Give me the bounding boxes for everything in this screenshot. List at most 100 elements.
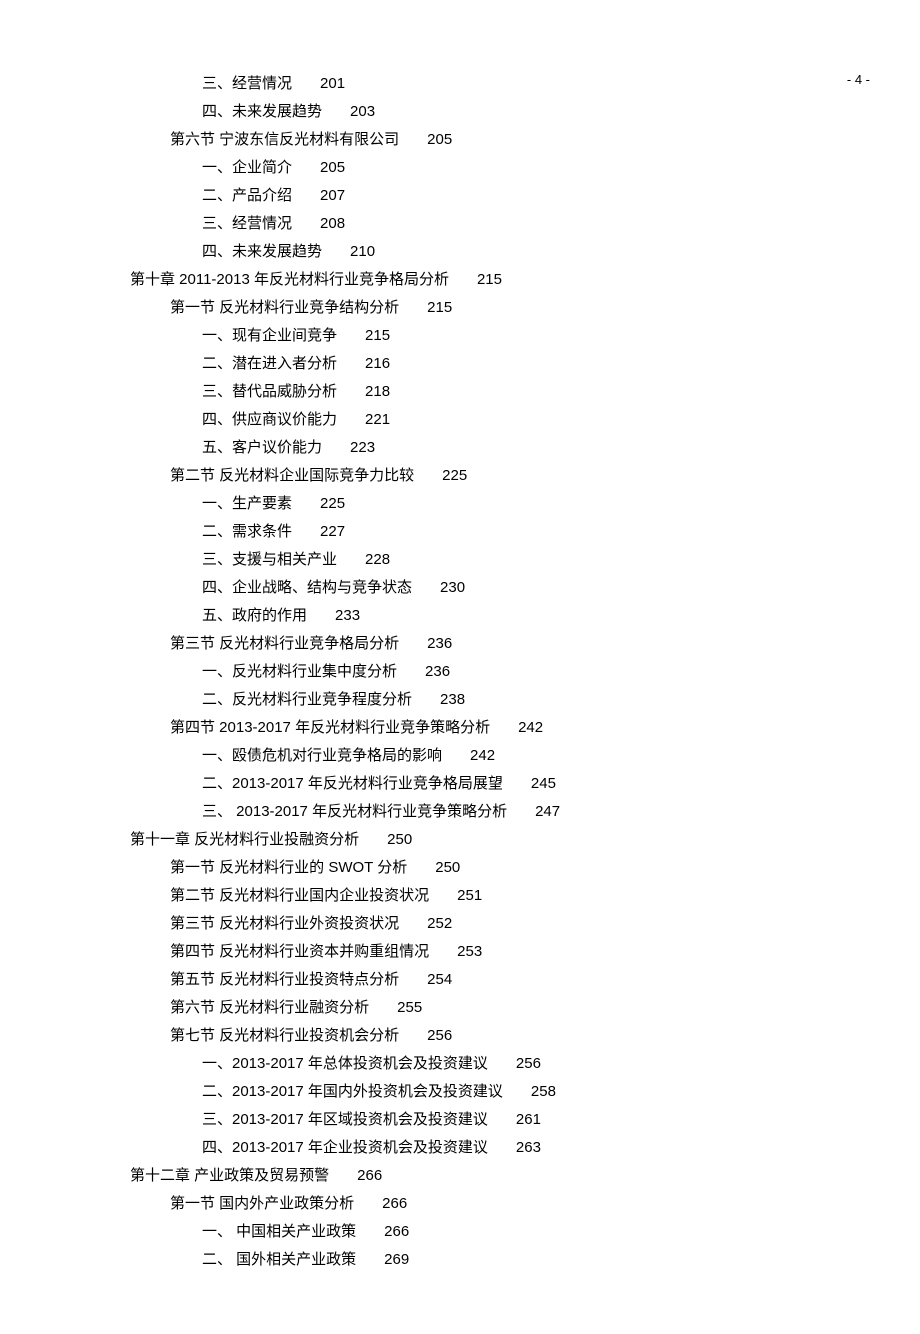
- toc-entry: 三、支援与相关产业 228: [130, 546, 920, 574]
- toc-entry-text: 一、殴债危机对行业竞争格局的影响: [202, 747, 442, 764]
- toc-entry: 一、 中国相关产业政策266: [130, 1218, 920, 1246]
- toc-entry: 第十二章 产业政策及贸易预警 266: [130, 1162, 920, 1190]
- toc-entry-page: 205: [320, 159, 345, 176]
- toc-entry: 第二节 反光材料企业国际竞争力比较225: [130, 462, 920, 490]
- toc-entry-text: 第五节 反光材料行业投资特点分析: [170, 971, 399, 988]
- toc-entry-text: 第六节 反光材料行业融资分析: [170, 999, 369, 1016]
- toc-entry-text: 四、2013-2017 年企业投资机会及投资建议: [202, 1139, 488, 1156]
- toc-entry: 三、经营情况 201: [130, 70, 920, 98]
- toc-entry: 一、企业简介 205: [130, 154, 920, 182]
- toc-entry-page: 266: [357, 1167, 382, 1184]
- toc-entry-text: 三、2013-2017 年区域投资机会及投资建议: [202, 1111, 488, 1128]
- toc-entry-page: 256: [516, 1055, 541, 1072]
- toc-entry-text: 四、未来发展趋势: [202, 103, 322, 120]
- toc-entry-page: 221: [365, 411, 390, 428]
- toc-entry-text: 第三节 反光材料行业竞争格局分析: [170, 635, 399, 652]
- toc-entry-page: 227: [320, 523, 345, 540]
- toc-entry-text: 第二节 反光材料企业国际竞争力比较: [170, 467, 414, 484]
- toc-entry-text: 一、生产要素: [202, 495, 292, 512]
- toc-entry-page: 216: [365, 355, 390, 372]
- toc-entry: 第十一章 反光材料行业投融资分析 250: [130, 826, 920, 854]
- toc-entry-page: 263: [516, 1139, 541, 1156]
- toc-entry-page: 230: [440, 579, 465, 596]
- toc-entry-text: 二、 国外相关产业政策: [202, 1251, 356, 1268]
- toc-entry-text: 二、2013-2017 年反光材料行业竞争格局展望: [202, 775, 503, 792]
- toc-entry: 二、需求条件227: [130, 518, 920, 546]
- toc-entry: 二、 国外相关产业政策269: [130, 1246, 920, 1274]
- toc-entry-page: 250: [387, 831, 412, 848]
- toc-entry-page: 254: [427, 971, 452, 988]
- toc-entry: 第七节 反光材料行业投资机会分析 256: [130, 1022, 920, 1050]
- toc-entry: 第五节 反光材料行业投资特点分析 254: [130, 966, 920, 994]
- toc-entry-page: 215: [365, 327, 390, 344]
- toc-entry-text: 一、企业简介: [202, 159, 292, 176]
- document-page: - 4 - 三、经营情况201四、未来发展趋势203第六节 宁波东信反光材料有限…: [0, 0, 920, 1334]
- toc-entry-page: 238: [440, 691, 465, 708]
- toc-entry-page: 236: [425, 663, 450, 680]
- toc-entry-page: 253: [457, 943, 482, 960]
- toc-entry: 一、生产要素 225: [130, 490, 920, 518]
- toc-entry-page: 250: [435, 859, 460, 876]
- toc-entry: 第一节 反光材料行业的 SWOT 分析250: [130, 854, 920, 882]
- toc-entry-text: 五、客户议价能力: [202, 439, 322, 456]
- toc-entry: 第一节 国内外产业政策分析 266: [130, 1190, 920, 1218]
- toc-entry: 一、殴债危机对行业竞争格局的影响242: [130, 742, 920, 770]
- toc-entry: 二、潜在进入者分析 216: [130, 350, 920, 378]
- toc-entry: 第三节 反光材料行业外资投资状况252: [130, 910, 920, 938]
- toc-entry-page: 215: [427, 299, 452, 316]
- toc-entry-page: 266: [382, 1195, 407, 1212]
- toc-entry-text: 第一节 反光材料行业竞争结构分析: [170, 299, 399, 316]
- table-of-contents: 三、经营情况201四、未来发展趋势203第六节 宁波东信反光材料有限公司205一…: [130, 70, 920, 1274]
- toc-entry-text: 第十章 2011-2013 年反光材料行业竞争格局分析: [130, 271, 449, 288]
- toc-entry-page: 255: [397, 999, 422, 1016]
- toc-entry-text: 四、未来发展趋势: [202, 243, 322, 260]
- toc-entry-page: 225: [320, 495, 345, 512]
- toc-entry-page: 247: [535, 803, 560, 820]
- toc-entry-page: 228: [365, 551, 390, 568]
- toc-entry-page: 223: [350, 439, 375, 456]
- toc-entry-text: 四、供应商议价能力: [202, 411, 337, 428]
- toc-entry-text: 一、 中国相关产业政策: [202, 1223, 356, 1240]
- toc-entry-text: 一、反光材料行业集中度分析: [202, 663, 397, 680]
- toc-entry: 三、替代品威胁分析218: [130, 378, 920, 406]
- toc-entry-page: 201: [320, 75, 345, 92]
- toc-entry-text: 三、经营情况: [202, 75, 292, 92]
- toc-entry: 三、经营情况208: [130, 210, 920, 238]
- toc-entry-text: 第六节 宁波东信反光材料有限公司: [170, 131, 399, 148]
- toc-entry: 第一节 反光材料行业竞争结构分析 215: [130, 294, 920, 322]
- toc-entry-text: 三、替代品威胁分析: [202, 383, 337, 400]
- toc-entry-text: 第二节 反光材料行业国内企业投资状况: [170, 887, 429, 904]
- toc-entry-page: 251: [457, 887, 482, 904]
- toc-entry: 四、未来发展趋势 203: [130, 98, 920, 126]
- toc-entry: 一、反光材料行业集中度分析 236: [130, 658, 920, 686]
- toc-entry-text: 第十一章 反光材料行业投融资分析: [130, 831, 359, 848]
- toc-entry: 一、现有企业间竞争 215: [130, 322, 920, 350]
- toc-entry-text: 第十二章 产业政策及贸易预警: [130, 1167, 329, 1184]
- toc-entry: 第三节 反光材料行业竞争格局分析236: [130, 630, 920, 658]
- toc-entry-text: 二、反光材料行业竞争程度分析: [202, 691, 412, 708]
- toc-entry-page: 261: [516, 1111, 541, 1128]
- toc-entry-text: 二、潜在进入者分析: [202, 355, 337, 372]
- toc-entry: 四、未来发展趋势 210: [130, 238, 920, 266]
- toc-entry: 四、2013-2017 年企业投资机会及投资建议 263: [130, 1134, 920, 1162]
- toc-entry-text: 二、产品介绍: [202, 187, 292, 204]
- toc-entry-page: 203: [350, 103, 375, 120]
- toc-entry-text: 第七节 反光材料行业投资机会分析: [170, 1027, 399, 1044]
- toc-entry-text: 三、经营情况: [202, 215, 292, 232]
- toc-entry-text: 第一节 国内外产业政策分析: [170, 1195, 354, 1212]
- toc-entry-text: 一、现有企业间竞争: [202, 327, 337, 344]
- toc-entry-page: 256: [427, 1027, 452, 1044]
- toc-entry: 四、企业战略、结构与竞争状态230: [130, 574, 920, 602]
- toc-entry-text: 三、支援与相关产业: [202, 551, 337, 568]
- toc-entry: 三、2013-2017 年区域投资机会及投资建议 261: [130, 1106, 920, 1134]
- toc-entry-text: 五、政府的作用: [202, 607, 307, 624]
- toc-entry: 二、产品介绍 207: [130, 182, 920, 210]
- toc-entry: 第六节 宁波东信反光材料有限公司 205: [130, 126, 920, 154]
- toc-entry-page: 210: [350, 243, 375, 260]
- toc-entry-page: 207: [320, 187, 345, 204]
- toc-entry-text: 第四节 反光材料行业资本并购重组情况: [170, 943, 429, 960]
- toc-entry: 二、反光材料行业竞争程度分析 238: [130, 686, 920, 714]
- toc-entry-page: 205: [427, 131, 452, 148]
- toc-entry: 第六节 反光材料行业融资分析 255: [130, 994, 920, 1022]
- toc-entry: 二、2013-2017 年反光材料行业竞争格局展望245: [130, 770, 920, 798]
